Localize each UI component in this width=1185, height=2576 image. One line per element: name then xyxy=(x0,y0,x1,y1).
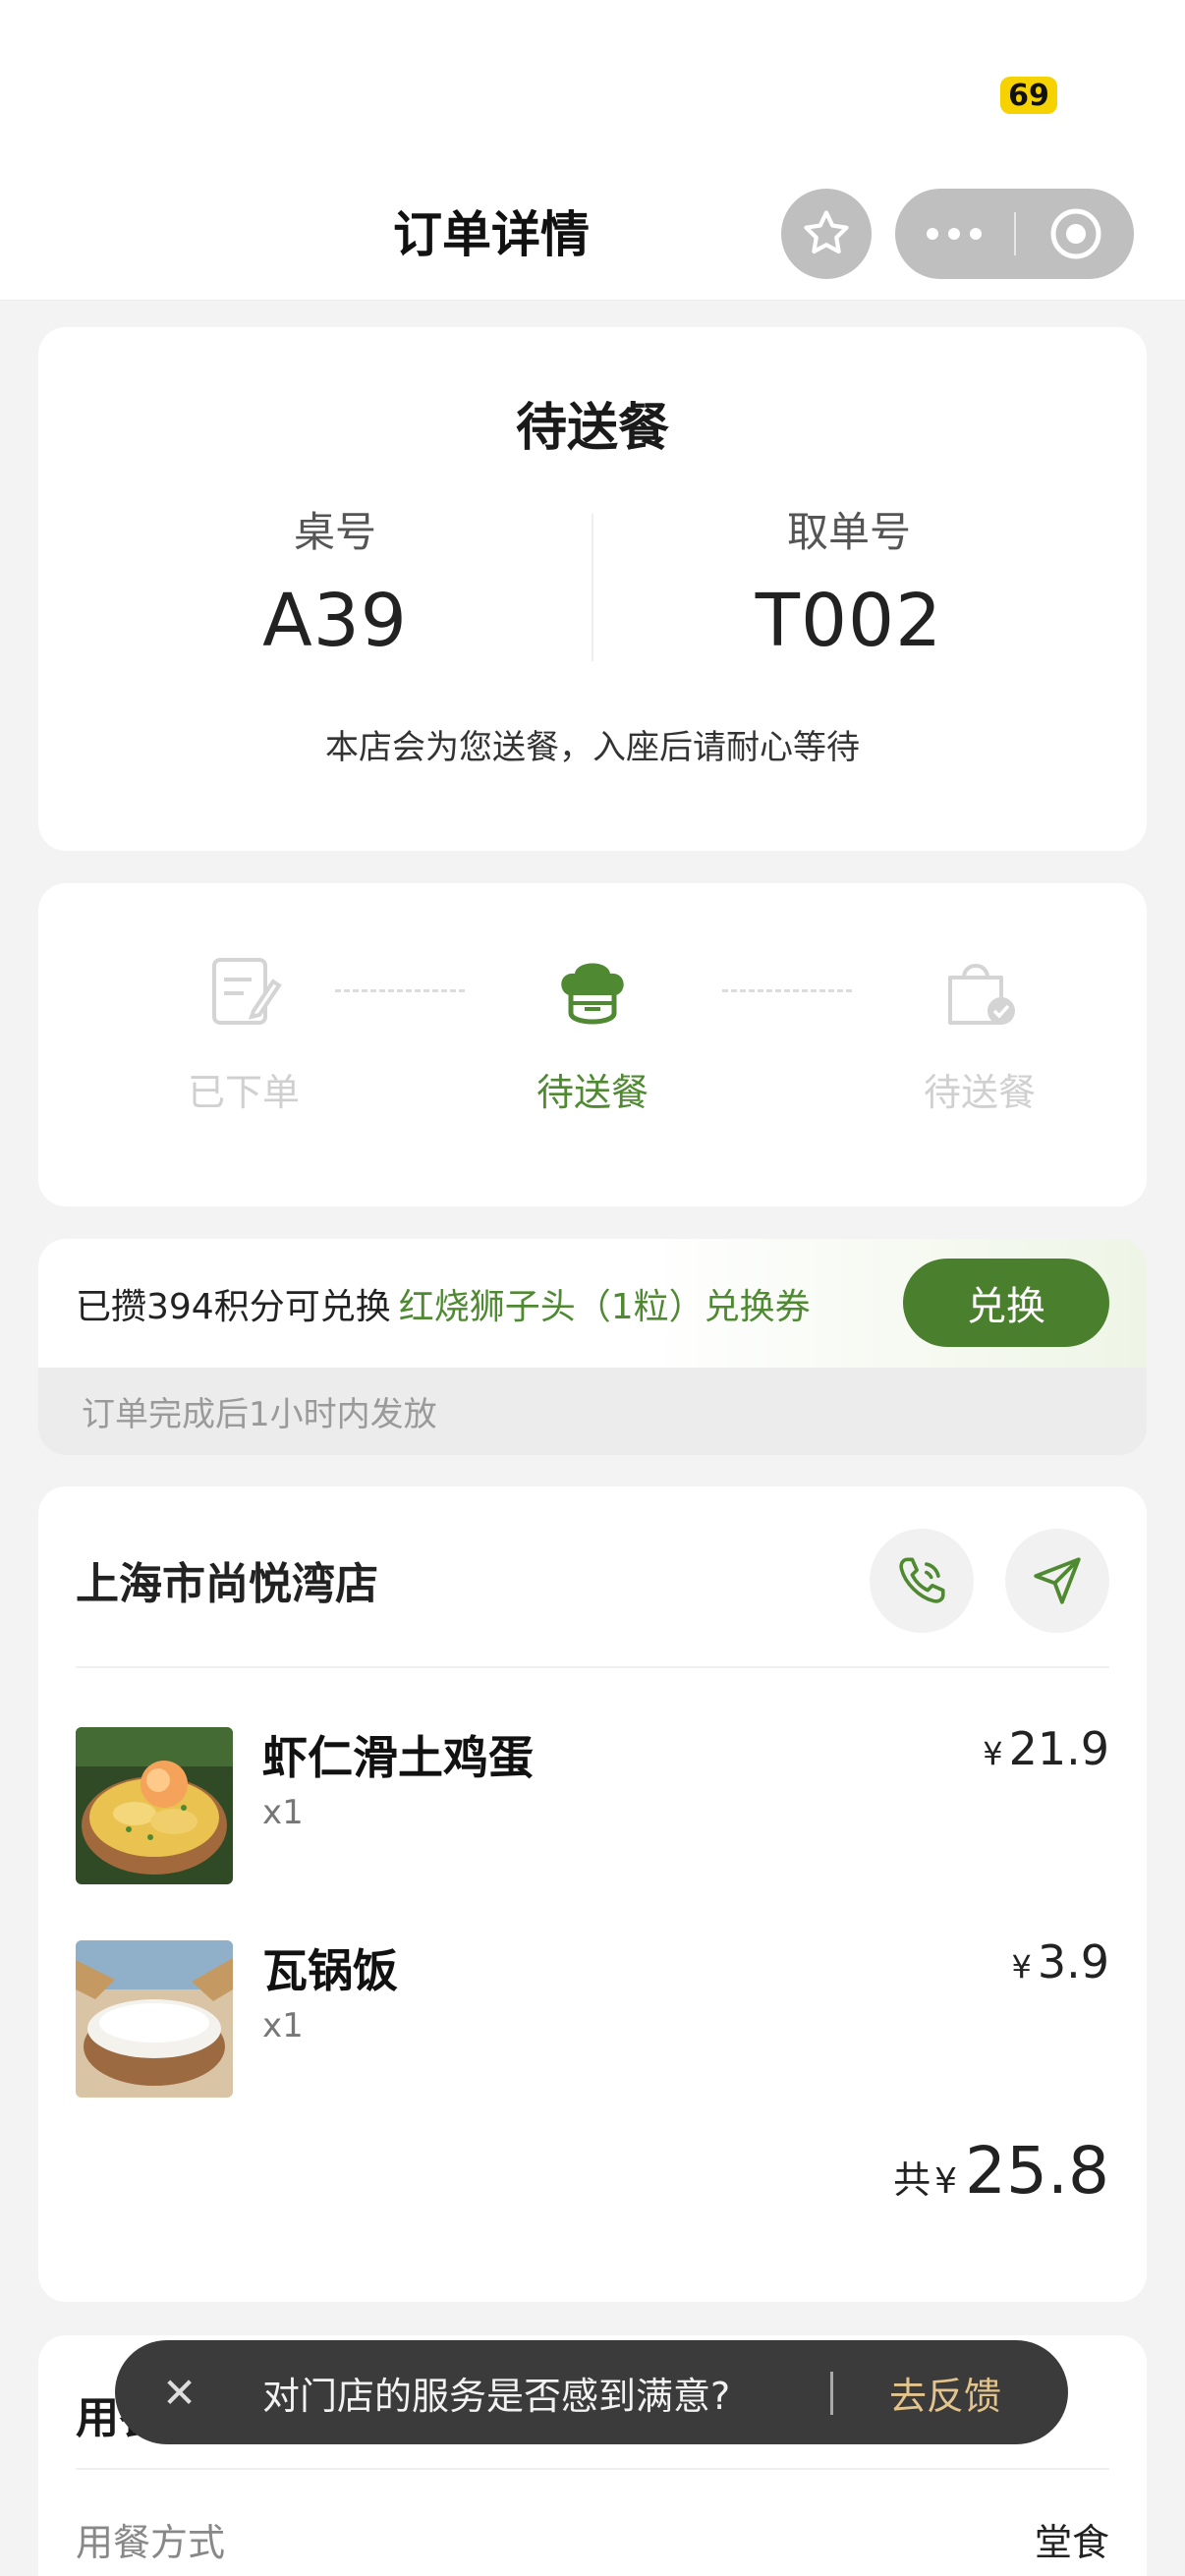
navigate-store-button[interactable] xyxy=(1005,1529,1109,1633)
order-total: 共 ¥ 25.8 xyxy=(893,2133,1109,2209)
total-value: 25.8 xyxy=(965,2133,1109,2209)
pickup-number-label: 取单号 xyxy=(786,508,911,556)
step-delivered-label: 待送餐 xyxy=(923,1071,1036,1114)
pickup-number-block: 取单号 T002 xyxy=(593,499,1104,663)
item-name: 虾仁滑土鸡蛋 xyxy=(262,1731,534,1784)
close-miniapp-button[interactable] xyxy=(1017,189,1134,279)
favorite-button[interactable] xyxy=(781,189,872,279)
points-footnote: 订单完成后1小时内发放 xyxy=(82,1395,437,1434)
more-button[interactable] xyxy=(895,189,1013,279)
item-image-clay-pot-rice[interactable] xyxy=(76,1940,233,2098)
progress-card: 已下单 待送餐 待送餐 xyxy=(38,883,1147,1206)
points-reward: 红烧狮子头（1粒）兑换券 xyxy=(398,1286,811,1327)
points-banner: 已攒394积分可兑换 红烧狮子头（1粒）兑换券 兑换 xyxy=(38,1239,1147,1368)
currency-symbol: ¥ xyxy=(934,2161,958,2202)
dining-divider xyxy=(76,2468,1109,2470)
store-name: 上海市尚悦湾店 xyxy=(76,1559,378,1609)
item-price-value: 3.9 xyxy=(1037,1935,1109,1988)
step-awaiting-delivery-label: 待送餐 xyxy=(536,1071,649,1114)
points-message: 已攒394积分可兑换 红烧狮子头（1粒）兑换券 xyxy=(76,1239,811,1368)
store-divider xyxy=(76,1666,1109,1668)
item-quantity: x1 xyxy=(262,2006,304,2045)
item-price: ¥21.9 xyxy=(983,1722,1109,1775)
order-status-card: 待送餐 桌号 A39 取单号 T002 本店会为您送餐，入座后请耐心等待 xyxy=(38,327,1147,851)
item-image-shrimp-egg[interactable] xyxy=(76,1727,233,1884)
chef-hat-icon xyxy=(561,963,624,1025)
capsule-divider xyxy=(1014,212,1016,255)
table-number-label: 桌号 xyxy=(293,508,376,556)
table-number-value: A39 xyxy=(262,579,408,663)
give-feedback-button[interactable]: 去反馈 xyxy=(889,2340,1001,2444)
toast-divider xyxy=(830,2372,833,2415)
step-connector xyxy=(722,989,852,992)
step-ordered: 已下单 xyxy=(126,952,362,1116)
order-status-title: 待送餐 xyxy=(515,399,669,458)
currency-symbol: ¥ xyxy=(1011,1948,1032,1986)
step-delivered: 待送餐 xyxy=(862,952,1098,1116)
miniapp-capsule xyxy=(895,189,1134,279)
status-bar: 69 xyxy=(0,0,1185,177)
feedback-toast: ✕ 对门店的服务是否感到满意? 去反馈 xyxy=(115,2340,1068,2444)
bag-check-icon xyxy=(948,964,1015,1025)
dining-method-value: 堂食 xyxy=(1034,2521,1109,2564)
total-prefix: 共 xyxy=(893,2158,931,2202)
item-price: ¥3.9 xyxy=(1011,1935,1109,1988)
item-price-value: 21.9 xyxy=(1008,1722,1109,1775)
star-icon xyxy=(804,210,849,254)
close-icon[interactable]: ✕ xyxy=(162,2340,197,2444)
step-connector xyxy=(335,989,465,992)
store-order-card: 上海市尚悦湾店 虾仁滑土鸡蛋 x1 ¥21.9 瓦锅饭 x1 ¥ 3.9 共 ¥… xyxy=(38,1486,1147,2302)
more-dots-icon xyxy=(927,228,982,240)
dining-method-label: 用餐方式 xyxy=(76,2521,226,2564)
points-card: 已攒394积分可兑换 红烧狮子头（1粒）兑换券 兑换 订单完成后1小时内发放 xyxy=(38,1239,1147,1455)
points-prefix: 已攒394积分可兑换 xyxy=(76,1286,391,1327)
item-name: 瓦锅饭 xyxy=(262,1944,398,1997)
step-ordered-label: 已下单 xyxy=(187,1071,300,1114)
navigation-arrow-icon xyxy=(1034,1557,1081,1604)
phone-icon xyxy=(899,1557,945,1603)
target-icon xyxy=(1050,208,1100,259)
battery-indicator: 69 xyxy=(1000,77,1057,114)
currency-symbol: ¥ xyxy=(983,1735,1003,1772)
table-number-block: 桌号 A39 xyxy=(80,499,591,663)
feedback-question: 对门店的服务是否感到满意? xyxy=(262,2374,731,2418)
order-placed-icon xyxy=(212,958,282,1025)
pickup-number-value: T002 xyxy=(755,579,943,663)
call-store-button[interactable] xyxy=(870,1529,974,1633)
item-quantity: x1 xyxy=(262,1793,304,1832)
nav-bar: 订单详情 xyxy=(0,177,1185,301)
exchange-button[interactable]: 兑换 xyxy=(903,1259,1109,1347)
step-awaiting-delivery: 待送餐 xyxy=(475,952,710,1116)
order-status-note: 本店会为您送餐，入座后请耐心等待 xyxy=(325,728,860,767)
